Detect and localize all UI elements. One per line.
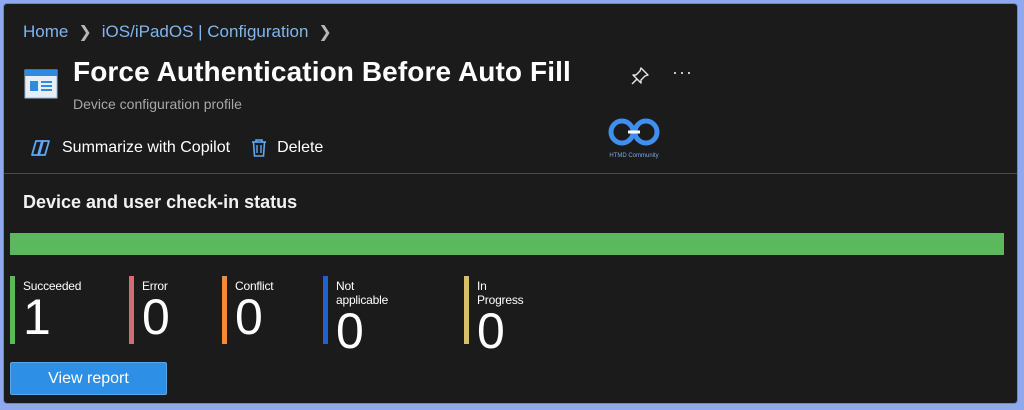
stat-value: 0 xyxy=(235,289,263,345)
profile-icon xyxy=(24,68,58,100)
stat-succeeded[interactable]: Succeeded 1 xyxy=(10,276,81,344)
delete-label: Delete xyxy=(277,139,324,156)
delete-button[interactable]: Delete xyxy=(250,138,323,158)
breadcrumb-ios-config-link[interactable]: iOS/iPadOS | Configuration xyxy=(102,22,309,42)
profile-overview-panel: Home ❯ iOS/iPadOS | Configuration ❯ Forc… xyxy=(4,4,1017,403)
toolbar: Summarize with Copilot Delete xyxy=(31,138,323,158)
stat-conflict[interactable]: Conflict 0 xyxy=(222,276,274,345)
trash-icon xyxy=(250,138,268,158)
chevron-right-icon: ❯ xyxy=(318,24,332,41)
stat-not-applicable[interactable]: Not applicable 0 xyxy=(323,276,388,356)
page-subtitle: Device configuration profile xyxy=(73,96,242,112)
summarize-with-copilot-button[interactable]: Summarize with Copilot xyxy=(31,138,230,158)
copilot-icon xyxy=(31,138,53,158)
breadcrumb: Home ❯ iOS/iPadOS | Configuration ❯ xyxy=(23,22,332,42)
more-icon[interactable]: ··· xyxy=(672,62,693,83)
chevron-right-icon: ❯ xyxy=(78,24,92,41)
stat-value: 0 xyxy=(477,303,505,359)
toolbar-divider xyxy=(4,173,1017,174)
pin-icon[interactable] xyxy=(630,66,650,86)
htmd-logo-watermark: HTMD Community xyxy=(603,117,665,161)
breadcrumb-home-link[interactable]: Home xyxy=(23,22,68,42)
checkin-status-bar xyxy=(10,233,1004,255)
checkin-status-title: Device and user check-in status xyxy=(23,192,298,212)
stat-in-progress[interactable]: In Progress 0 xyxy=(464,276,524,356)
stat-value: 0 xyxy=(336,303,364,359)
watermark-text: HTMD Community xyxy=(609,153,659,159)
stat-value: 0 xyxy=(142,289,170,345)
summarize-label: Summarize with Copilot xyxy=(62,139,231,156)
stat-value: 1 xyxy=(23,289,51,345)
succeeded-bar-fill xyxy=(10,233,1004,255)
stat-error[interactable]: Error 0 xyxy=(129,276,170,344)
view-report-button[interactable]: View report xyxy=(10,362,167,395)
page-title: Force Authentication Before Auto Fill xyxy=(73,56,571,87)
